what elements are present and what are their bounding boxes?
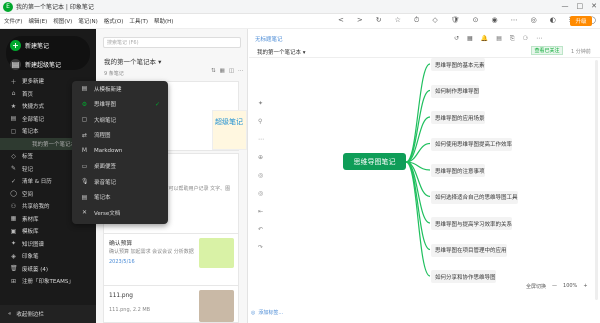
mindmap-branch-node[interactable]: 思维导图的基本元素 — [431, 58, 485, 71]
mindmap-connectors — [405, 63, 431, 277]
canvas-tool-icon[interactable]: ⚲ — [258, 118, 264, 125]
tag-add[interactable]: ◎ 添加标签... — [251, 309, 284, 317]
tag-icon: ◎ — [251, 309, 256, 316]
canvas-tool-icon[interactable]: ⊕ — [258, 154, 264, 161]
mindmap-branch-node[interactable]: 思维导图在项目管理中的应用 — [431, 243, 507, 257]
fullscreen-label[interactable]: 全屏切换 — [526, 283, 546, 290]
canvas-tool-icon[interactable]: ⋯ — [258, 136, 264, 143]
mindmap-root-node[interactable]: 思维导图笔记 — [343, 153, 406, 170]
tag-add-label: 添加标签... — [258, 310, 284, 316]
mindmap-connector — [405, 89, 431, 163]
canvas-tool-icon[interactable]: ◎ — [258, 172, 264, 179]
mindmap-branch-node[interactable]: 如何分享和协作思维导图 — [431, 270, 496, 283]
canvas-tool-icon[interactable]: ⇤ — [258, 208, 264, 215]
canvas-tool-icon[interactable]: ↶ — [258, 226, 264, 233]
mindmap-branch-node[interactable]: 如何使用思维导图提高工作效率 — [431, 137, 513, 151]
mindmap-branch-node[interactable]: 思维导图的注意事项 — [431, 164, 485, 177]
zoom-controls: 全屏切换 — 100% + — [526, 283, 588, 290]
zoom-out-button[interactable]: — — [552, 283, 557, 290]
mindmap-connector — [405, 63, 431, 163]
zoom-level: 100% — [563, 283, 578, 289]
canvas-tool-icon[interactable]: ↷ — [258, 244, 264, 251]
canvas-tool-icon[interactable]: ◎ — [258, 190, 264, 197]
canvas-tools: ✦ ⚲ ⋯ ⊕ ◎ ◎ ⇤ ↶ ↷ — [258, 100, 264, 251]
canvas-tool-icon[interactable]: ✦ — [258, 100, 264, 107]
zoom-in-button[interactable]: + — [583, 283, 587, 290]
mindmap-branch-node[interactable]: 思维导图与提高学习效率的关系 — [431, 217, 513, 230]
mindmap-branch-node[interactable]: 如何制作思维导图 — [431, 84, 480, 98]
mindmap-branch-node[interactable]: 思维导图的应用场景 — [431, 111, 485, 124]
mindmap-branch-node[interactable]: 如何选择适合自己的思维导图工具 — [431, 190, 518, 204]
vertical-scrollbar[interactable] — [595, 60, 598, 300]
mindmap-connector — [405, 161, 431, 251]
